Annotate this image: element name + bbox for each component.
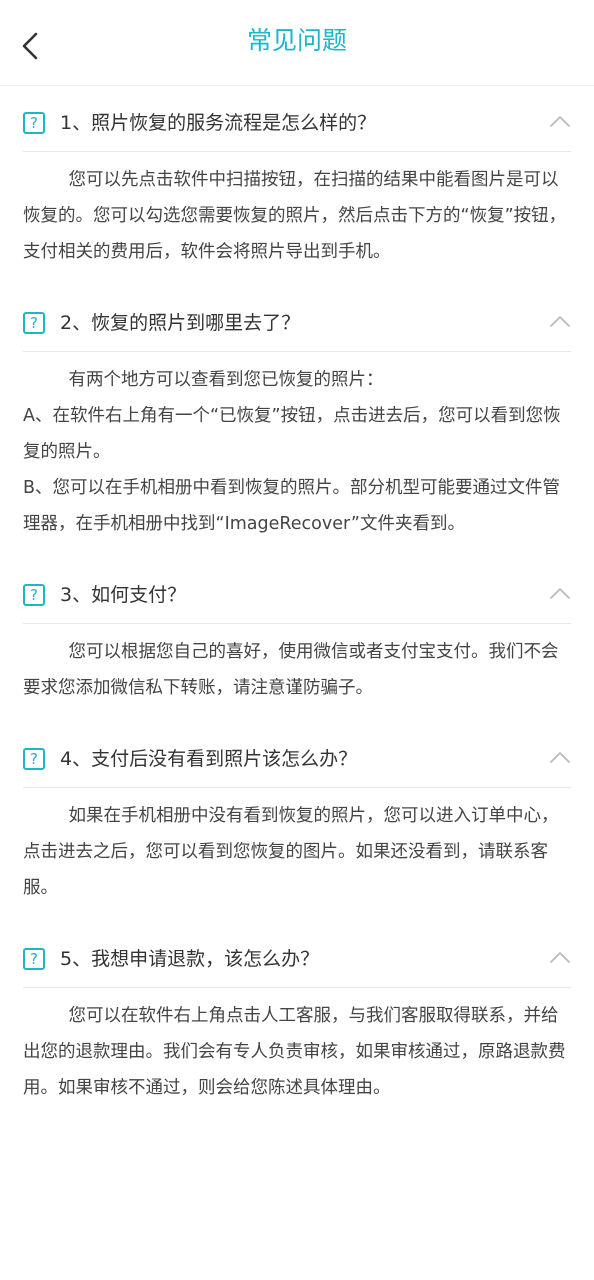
faq-answer-text: B、您可以在手机相册中看到恢复的照片。部分机型可能要通过文件管理器，在手机相册中… [23,478,561,534]
faq-item: ? 2、恢复的照片到哪里去了？ 有两个地方可以查看到您已恢复的照片： A、在软件… [23,286,571,558]
app-header: 常见问题 [0,0,594,86]
chevron-up-icon[interactable] [549,312,571,330]
faq-question-3[interactable]: ? 3、如何支付？ [23,558,571,624]
faq-question-text: 5、我想申请退款，该怎么办？ [60,948,320,970]
faq-question-text: 4、支付后没有看到照片该怎么办？ [60,748,358,770]
faq-answer-4: 如果在手机相册中没有看到恢复的照片，您可以进入订单中心，点击进去之后，您可以看到… [23,788,571,922]
faq-answer-5: 您可以在软件右上角点击人工客服，与我们客服取得联系，并给出您的退款理由。我们会有… [23,988,571,1122]
faq-question-1[interactable]: ? 1、照片恢复的服务流程是怎么样的？ [23,86,571,152]
chevron-up-icon[interactable] [549,748,571,766]
faq-answer-text: A、在软件右上角有一个“已恢复”按钮，点击进去后，您可以看到您恢复的照片。 [23,406,561,462]
faq-answer-3: 您可以根据您自己的喜好，使用微信或者支付宝支付。我们不会要求您添加微信私下转账，… [23,624,571,722]
question-mark-icon: ? [23,112,45,134]
chevron-up-icon[interactable] [549,112,571,130]
question-mark-icon: ? [23,748,45,770]
faq-answer-text: 有两个地方可以查看到您已恢复的照片： [68,370,384,390]
faq-question-text: 3、如何支付？ [60,584,187,606]
faq-answer-text: 您可以先点击软件中扫描按钮，在扫描的结果中能看图片是可以恢复的。您可以勾选您需要… [23,170,567,262]
faq-item: ? 4、支付后没有看到照片该怎么办？ 如果在手机相册中没有看到恢复的照片，您可以… [23,722,571,922]
question-mark-icon: ? [23,312,45,334]
chevron-up-icon[interactable] [549,584,571,602]
faq-question-4[interactable]: ? 4、支付后没有看到照片该怎么办？ [23,722,571,788]
chevron-up-icon[interactable] [549,948,571,966]
faq-answer-1: 您可以先点击软件中扫描按钮，在扫描的结果中能看图片是可以恢复的。您可以勾选您需要… [23,152,571,286]
faq-question-text: 2、恢复的照片到哪里去了？ [60,312,301,334]
page-title: 常见问题 [246,26,347,55]
faq-question-5[interactable]: ? 5、我想申请退款，该怎么办？ [23,922,571,988]
faq-answer-text: 您可以根据您自己的喜好，使用微信或者支付宝支付。我们不会要求您添加微信私下转账，… [23,642,559,698]
faq-answer-text: 如果在手机相册中没有看到恢复的照片，您可以进入订单中心，点击进去之后，您可以看到… [23,806,559,898]
question-mark-icon: ? [23,584,45,606]
faq-list: ? 1、照片恢复的服务流程是怎么样的？ 您可以先点击软件中扫描按钮，在扫描的结果… [0,86,594,1122]
faq-question-2[interactable]: ? 2、恢复的照片到哪里去了？ [23,286,571,352]
faq-item: ? 3、如何支付？ 您可以根据您自己的喜好，使用微信或者支付宝支付。我们不会要求… [23,558,571,722]
faq-item: ? 5、我想申请退款，该怎么办？ 您可以在软件右上角点击人工客服，与我们客服取得… [23,922,571,1122]
faq-answer-2: 有两个地方可以查看到您已恢复的照片： A、在软件右上角有一个“已恢复”按钮，点击… [23,352,571,558]
question-mark-icon: ? [23,948,45,970]
faq-answer-text: 您可以在软件右上角点击人工客服，与我们客服取得联系，并给出您的退款理由。我们会有… [23,1006,566,1098]
faq-question-text: 1、照片恢复的服务流程是怎么样的？ [60,112,377,134]
faq-item: ? 1、照片恢复的服务流程是怎么样的？ 您可以先点击软件中扫描按钮，在扫描的结果… [23,86,571,286]
